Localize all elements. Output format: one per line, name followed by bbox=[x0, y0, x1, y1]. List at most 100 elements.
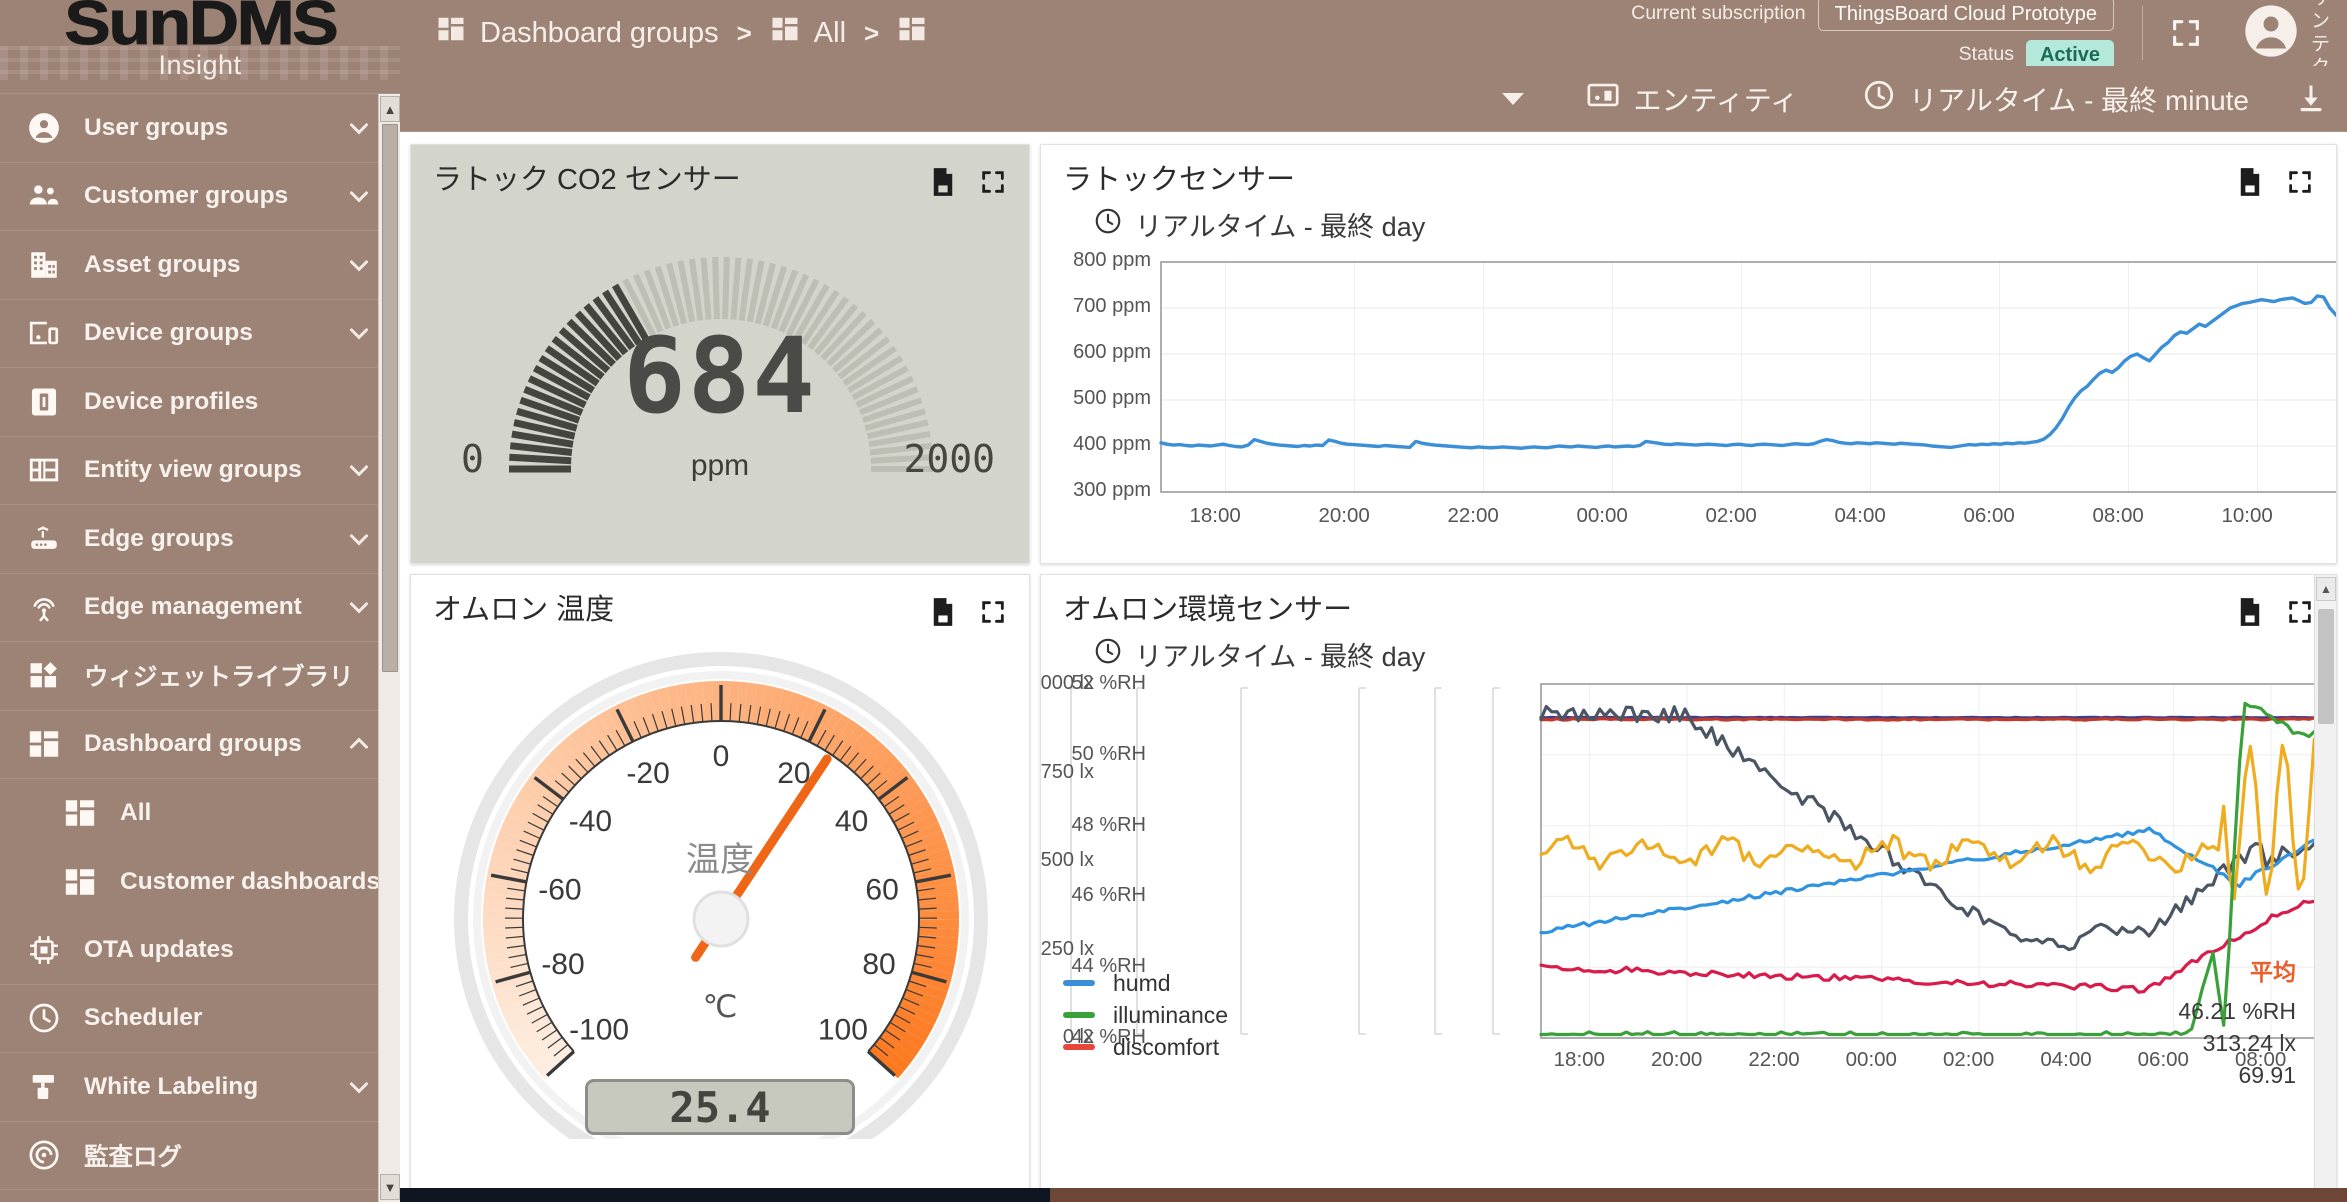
legend-value: 313.24 lx bbox=[2202, 1030, 2296, 1056]
sidebar-scrollbar[interactable]: ▲ ▼ bbox=[378, 94, 400, 1202]
status-label: Status bbox=[1958, 42, 2014, 65]
co2-chart-plot[interactable]: 300 ppm 400 ppm 500 ppm 600 ppm 700 ppm 800 p… bbox=[1041, 244, 2336, 544]
widget-timewindow[interactable]: リアルタイム - 最終 day bbox=[1063, 197, 1425, 244]
chevron-down-icon[interactable] bbox=[344, 592, 378, 622]
legend-item[interactable]: discomfort bbox=[1063, 1031, 2296, 1063]
brand-subtitle: Insight bbox=[158, 50, 242, 80]
legend-value: 69.91 bbox=[2238, 1062, 2296, 1088]
sidebar-item-customer-dashboards[interactable]: Customer dashboards bbox=[0, 848, 400, 917]
widget-title: オムロン環境センサー bbox=[1063, 594, 1353, 626]
clock-icon bbox=[1862, 78, 1896, 119]
subscription-info: Current subscription ThingsBoard Cloud P… bbox=[1631, 0, 2134, 70]
sidebar-scroll-thumb[interactable] bbox=[382, 124, 398, 672]
paint-roller-icon bbox=[26, 1069, 62, 1105]
taskbar bbox=[400, 1188, 2347, 1202]
avatar-icon[interactable] bbox=[2243, 3, 2299, 64]
co2-min-label: 0 bbox=[461, 437, 484, 481]
x-axis-tick: 20:00 bbox=[1318, 504, 1370, 527]
sidebar-item-[interactable]: 監査ログ bbox=[0, 1122, 400, 1190]
antenna-icon bbox=[26, 589, 62, 625]
chevron-down-icon[interactable] bbox=[344, 1072, 378, 1102]
entity-view-icon bbox=[26, 452, 62, 488]
sidebar-item-dashboard-groups[interactable]: Dashboard groups bbox=[0, 711, 400, 779]
download-icon[interactable] bbox=[2293, 81, 2329, 117]
chip-icon bbox=[26, 932, 62, 968]
subscription-value[interactable]: ThingsBoard Cloud Prototype bbox=[1817, 0, 2114, 31]
chevron-down-icon[interactable] bbox=[344, 318, 378, 348]
sidebar-item-label: Dashboard groups bbox=[84, 730, 302, 758]
fullscreen-icon[interactable] bbox=[2169, 16, 2203, 50]
time-window-label: リアルタイム - 最終 minute bbox=[1909, 84, 2249, 116]
sidebar-item-label: Edge groups bbox=[84, 524, 234, 552]
fullscreen-icon[interactable] bbox=[979, 168, 1007, 196]
dashboard-toolbar: エンティティ リアルタイム - 最終 minute bbox=[400, 66, 2347, 132]
scroll-up-arrow-icon[interactable]: ▲ bbox=[380, 96, 400, 122]
temperature-unit: ℃ bbox=[702, 989, 738, 1024]
export-icon[interactable] bbox=[929, 167, 957, 197]
x-axis-tick: 06:00 bbox=[1963, 504, 2015, 527]
sidebar-item-edge-groups[interactable]: Edge groups bbox=[0, 505, 400, 574]
widget-scroll-thumb[interactable] bbox=[2318, 609, 2334, 724]
co2-gauge-body: 684 ppm 0 2000 bbox=[411, 197, 1029, 527]
widget-timewindow[interactable]: リアルタイム - 最終 day bbox=[1063, 627, 1425, 674]
legend-value: 46.21 %RH bbox=[2178, 998, 2296, 1024]
sidebar-item-all[interactable]: All bbox=[0, 779, 400, 848]
legend-item[interactable]: illuminance bbox=[1063, 999, 2296, 1031]
chevron-down-icon[interactable] bbox=[344, 113, 378, 143]
sidebar-item-entity-view-groups[interactable]: Entity view groups bbox=[0, 437, 400, 505]
brand-header: SunDMS Insight bbox=[0, 0, 400, 94]
co2-chart-svg bbox=[1159, 261, 2336, 493]
chevron-down-icon[interactable] bbox=[344, 524, 378, 554]
building-icon bbox=[26, 247, 62, 283]
breadcrumb-item-all[interactable]: All bbox=[770, 14, 846, 52]
sidebar-item-[interactable]: ウィジェットライブラリ bbox=[0, 642, 400, 711]
widget-actions bbox=[2236, 163, 2314, 197]
sidebar-item-asset-groups[interactable]: Asset groups bbox=[0, 231, 400, 300]
scroll-up-arrow-icon[interactable]: ▲ bbox=[2316, 577, 2336, 601]
sidebar-item-ota-updates[interactable]: OTA updates bbox=[0, 916, 400, 985]
chevron-down-icon[interactable] bbox=[1502, 92, 1525, 105]
scroll-down-arrow-icon[interactable]: ▼ bbox=[380, 1174, 400, 1200]
x-axis-tick: 18:00 bbox=[1189, 504, 1241, 527]
sidebar-item-white-labeling[interactable]: White Labeling bbox=[0, 1053, 400, 1122]
sidebar-item-user-groups[interactable]: User groups bbox=[0, 94, 400, 163]
fullscreen-icon[interactable] bbox=[2286, 168, 2314, 196]
clock-icon bbox=[1093, 636, 1123, 673]
legend-item[interactable]: humd bbox=[1063, 967, 2296, 999]
time-window-selector[interactable]: リアルタイム - 最終 minute bbox=[1862, 78, 2249, 119]
y-axis-tick-illuminance: 500 lx bbox=[1040, 849, 1094, 871]
widget-environment-chart: オムロン環境センサー リアルタイム - 最終 day 000 lx 750 lx… bbox=[1040, 574, 2337, 1202]
fullscreen-icon[interactable] bbox=[2286, 598, 2314, 626]
chevron-down-icon[interactable] bbox=[344, 181, 378, 211]
sidebar-item-label: Customer groups bbox=[84, 182, 289, 210]
widget-co2-gauge: ラトック CO2 センサー 684 ppm 0 2000 bbox=[410, 144, 1030, 564]
breadcrumb-item-dashboard-groups[interactable]: Dashboard groups bbox=[436, 14, 719, 52]
sidebar-item-device-groups[interactable]: Device groups bbox=[0, 300, 400, 368]
sidebar-item-label: Device profiles bbox=[84, 387, 259, 415]
sidebar-item-device-profiles[interactable]: Device profiles bbox=[0, 368, 400, 437]
export-icon[interactable] bbox=[2236, 597, 2264, 627]
sidebar-item-customer-groups[interactable]: Customer groups bbox=[0, 163, 400, 231]
chevron-down-icon[interactable] bbox=[344, 455, 378, 485]
x-axis-tick: 10:00 bbox=[2221, 504, 2273, 527]
widget-temperature-gauge: オムロン 温度 -100 -80 -60 -40 -20 0 20 40 60 80 100 温度 … bbox=[410, 574, 1030, 1202]
chevron-up-icon[interactable] bbox=[344, 729, 378, 759]
breadcrumb-label: Dashboard groups bbox=[480, 16, 719, 49]
chevron-down-icon[interactable] bbox=[344, 250, 378, 280]
widget-header: オムロン環境センサー リアルタイム - 最終 day bbox=[1041, 575, 2336, 674]
x-axis-tick: 22:00 bbox=[1447, 504, 1499, 527]
entity-selector[interactable]: エンティティ bbox=[1586, 78, 1798, 119]
temperature-center-label: 温度 bbox=[686, 841, 754, 879]
widget-scrollbar[interactable]: ▲ bbox=[2314, 575, 2336, 1201]
export-icon[interactable] bbox=[2236, 167, 2264, 197]
sidebar-item-edge-management[interactable]: Edge management bbox=[0, 574, 400, 642]
legend-swatch-humd bbox=[1063, 980, 1095, 986]
sidebar-item-scheduler[interactable]: Scheduler bbox=[0, 985, 400, 1053]
legend-avg-header: 平均 bbox=[2250, 959, 2296, 985]
breadcrumb-item-current[interactable] bbox=[897, 14, 941, 52]
brand-logo: SunDMS bbox=[63, 0, 338, 58]
dashboard-icon bbox=[436, 14, 466, 52]
widget-library-icon bbox=[26, 658, 62, 694]
device-icon bbox=[26, 315, 62, 351]
temperature-lcd-value: 25.4 bbox=[585, 1079, 855, 1135]
